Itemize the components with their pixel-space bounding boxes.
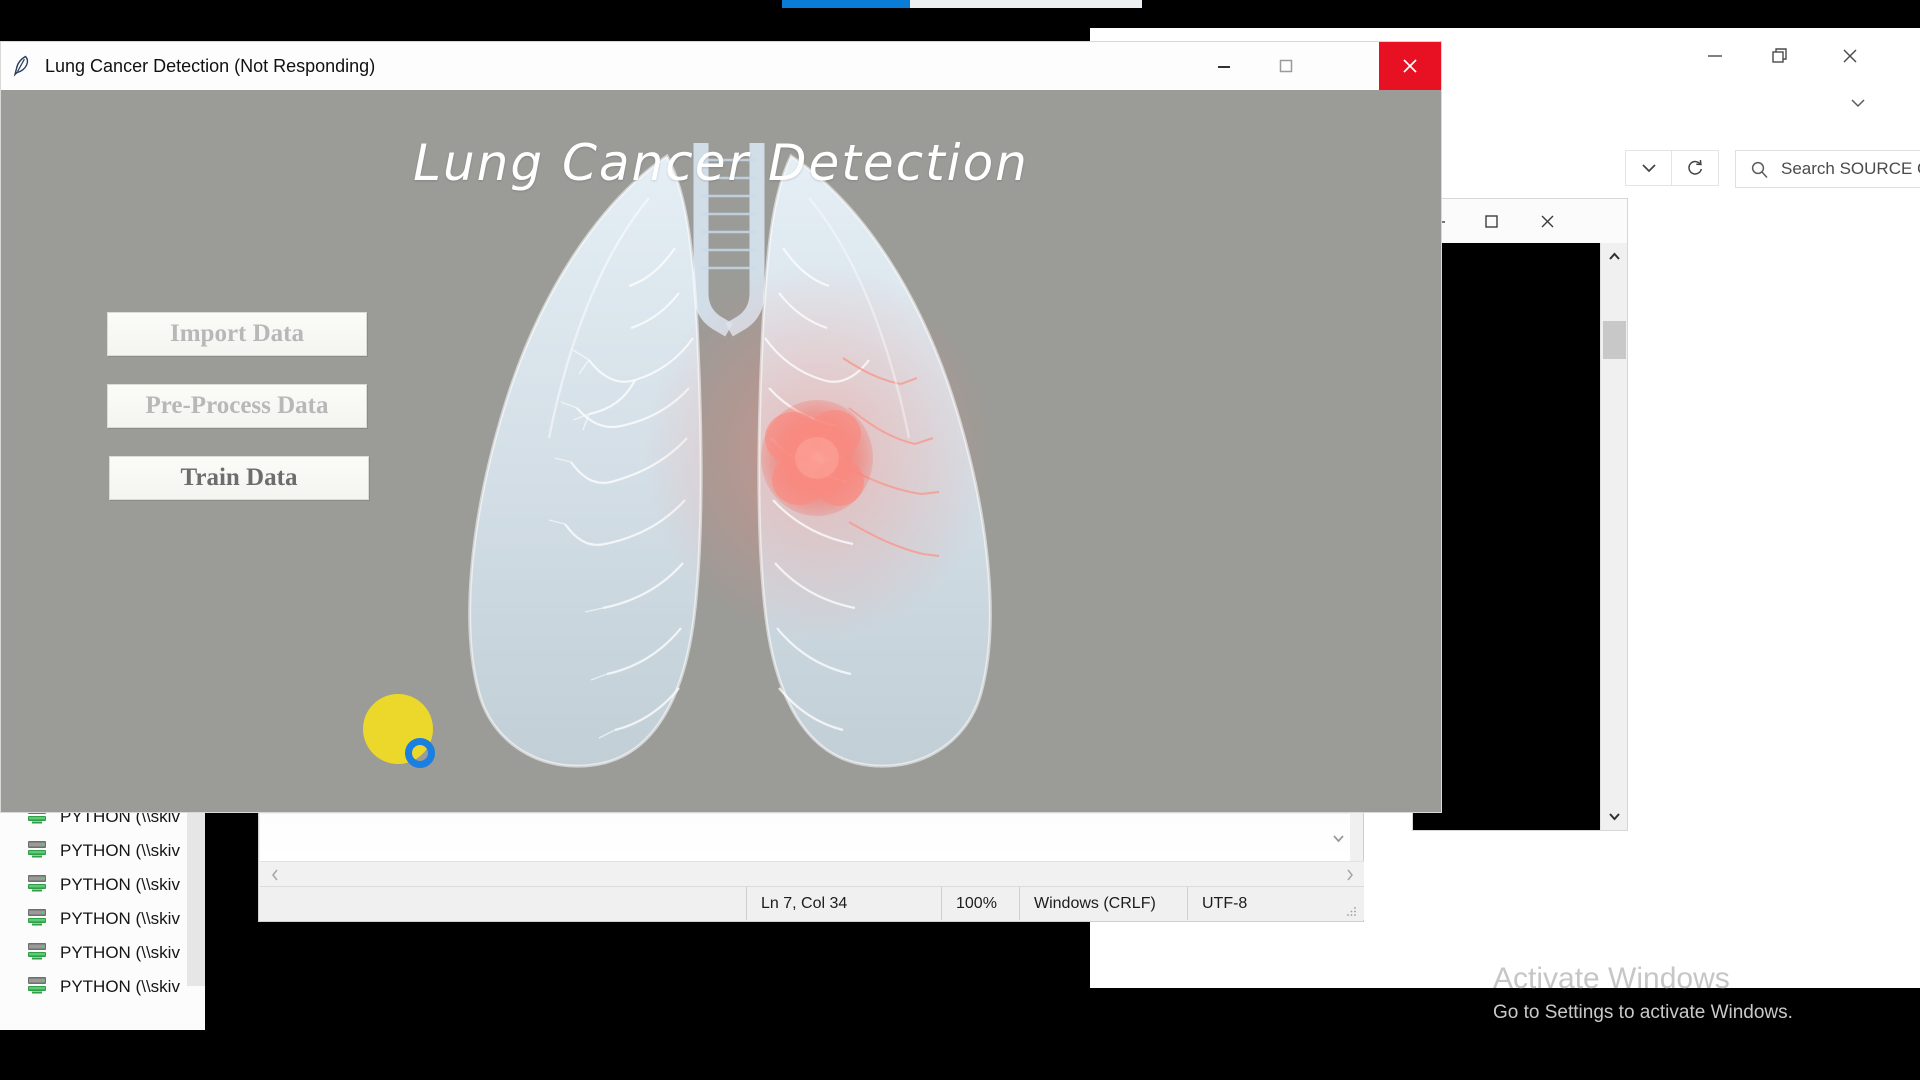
text-editor-window: Ln 7, Col 34 100% Windows (CRLF) UTF-8 xyxy=(258,812,1364,922)
pre-process-data-label: Pre-Process Data xyxy=(145,392,329,419)
app-titlebar[interactable]: Lung Cancer Detection (Not Responding) xyxy=(1,42,1441,90)
scroll-down-icon[interactable] xyxy=(1601,803,1628,830)
search-icon xyxy=(1750,160,1769,179)
close-icon xyxy=(1843,49,1857,63)
train-data-label: Train Data xyxy=(180,464,298,491)
list-item[interactable]: PYTHON (\\skiv xyxy=(0,868,205,902)
network-drive-icon xyxy=(26,941,48,966)
page-title: Lung Cancer Detection xyxy=(413,134,1029,192)
list-item[interactable]: PYTHON (\\skiv xyxy=(0,834,205,868)
lung-illustration xyxy=(468,143,994,768)
address-bar-refresh-button[interactable] xyxy=(1671,150,1719,186)
search-placeholder-text: Search SOURCE C.. xyxy=(1781,159,1920,178)
drive-list-scrollbar-thumb[interactable] xyxy=(187,800,205,986)
network-drive-list: PYTHON (\\skiv PYTHON (\\skiv PYTHON (\\sk… xyxy=(0,800,205,1030)
lung-cancer-detection-window: Lung Cancer Detection (Not Responding) L… xyxy=(1,42,1441,812)
chevron-down-icon xyxy=(1851,99,1865,108)
list-item-label: PYTHON (\\skiv xyxy=(60,875,180,894)
desktop-screen: Search SOURCE C.. Activate Windows Go to… xyxy=(0,0,1920,1080)
console-window xyxy=(1412,198,1628,831)
editor-text-area[interactable] xyxy=(260,814,1350,861)
search-input[interactable]: Search SOURCE C.. xyxy=(1735,150,1920,188)
app-minimize-button[interactable] xyxy=(1193,42,1255,90)
console-scrollbar[interactable] xyxy=(1600,243,1627,830)
list-item[interactable]: PYTHON (\\skiv xyxy=(0,902,205,936)
mouse-cursor-indicator xyxy=(405,738,435,768)
progress-fill xyxy=(782,0,910,8)
network-drive-icon xyxy=(26,975,48,1000)
maximize-icon xyxy=(1485,215,1498,228)
restore-icon xyxy=(1772,48,1787,63)
list-item-label: PYTHON (\\skiv xyxy=(60,977,180,996)
network-drive-icon xyxy=(26,907,48,932)
refresh-icon xyxy=(1688,159,1703,175)
app-canvas: Lung Cancer Detection Import Data Pre-Pr… xyxy=(1,90,1441,812)
console-scrollbar-thumb[interactable] xyxy=(1603,321,1626,359)
explorer-restore-button[interactable] xyxy=(1750,28,1810,84)
chevron-down-icon xyxy=(1641,164,1656,173)
app-title-text: Lung Cancer Detection (Not Responding) xyxy=(45,55,376,76)
top-progress-strip xyxy=(0,0,1920,10)
network-drive-icon xyxy=(26,873,48,898)
drive-rows-container: PYTHON (\\skiv PYTHON (\\skiv PYTHON (\\sk… xyxy=(0,800,205,1004)
scroll-left-icon[interactable] xyxy=(262,862,288,888)
watermark-title: Activate Windows xyxy=(1493,962,1730,995)
status-encoding: UTF-8 xyxy=(1202,894,1248,912)
minimize-icon xyxy=(1218,66,1230,68)
resize-grip-icon[interactable] xyxy=(1346,905,1358,917)
import-data-label: Import Data xyxy=(169,320,304,347)
activate-windows-watermark: Activate Windows Go to Settings to activ… xyxy=(1493,960,1893,1024)
maximize-icon xyxy=(1279,59,1293,73)
list-item[interactable]: PYTHON (\\skiv xyxy=(0,970,205,1004)
close-icon xyxy=(1403,59,1417,73)
explorer-minimize-button[interactable] xyxy=(1685,28,1745,84)
scroll-right-icon[interactable] xyxy=(1336,862,1362,888)
editor-horizontal-scrollbar[interactable] xyxy=(260,861,1364,887)
network-drive-icon xyxy=(26,839,48,864)
python-feather-icon xyxy=(9,52,37,80)
status-cursor-position: Ln 7, Col 34 xyxy=(747,887,942,920)
explorer-close-button[interactable] xyxy=(1820,28,1880,84)
drive-list-scrollbar[interactable] xyxy=(187,800,205,1030)
status-line-ending: Windows (CRLF) xyxy=(1020,887,1188,920)
list-item-label: PYTHON (\\skiv xyxy=(60,943,180,962)
list-item-label: PYTHON (\\skiv xyxy=(60,909,180,928)
minimize-icon xyxy=(1708,55,1722,57)
pre-process-data-button[interactable]: Pre-Process Data xyxy=(107,384,367,428)
close-icon xyxy=(1541,215,1554,228)
app-maximize-button[interactable] xyxy=(1255,42,1317,90)
watermark-subtitle: Go to Settings to activate Windows. xyxy=(1493,1001,1793,1023)
editor-vertical-scroll-chevron[interactable] xyxy=(1330,828,1346,848)
train-data-button[interactable]: Train Data xyxy=(109,456,369,500)
console-maximize-button[interactable] xyxy=(1465,199,1517,243)
explorer-ribbon-expand-button[interactable] xyxy=(1841,88,1875,118)
app-close-button[interactable] xyxy=(1379,42,1441,90)
address-bar-dropdown-button[interactable] xyxy=(1625,150,1671,186)
status-blank-cell xyxy=(260,887,747,920)
editor-status-bar: Ln 7, Col 34 100% Windows (CRLF) UTF-8 xyxy=(260,886,1364,920)
console-close-button[interactable] xyxy=(1521,199,1573,243)
console-output-area xyxy=(1413,243,1600,830)
chevron-down-icon xyxy=(1332,834,1344,842)
list-item[interactable]: PYTHON (\\skiv xyxy=(0,936,205,970)
status-zoom-level: 100% xyxy=(942,887,1020,920)
import-data-button[interactable]: Import Data xyxy=(107,312,367,356)
list-item-label: PYTHON (\\skiv xyxy=(60,841,180,860)
scroll-up-icon[interactable] xyxy=(1601,243,1628,270)
